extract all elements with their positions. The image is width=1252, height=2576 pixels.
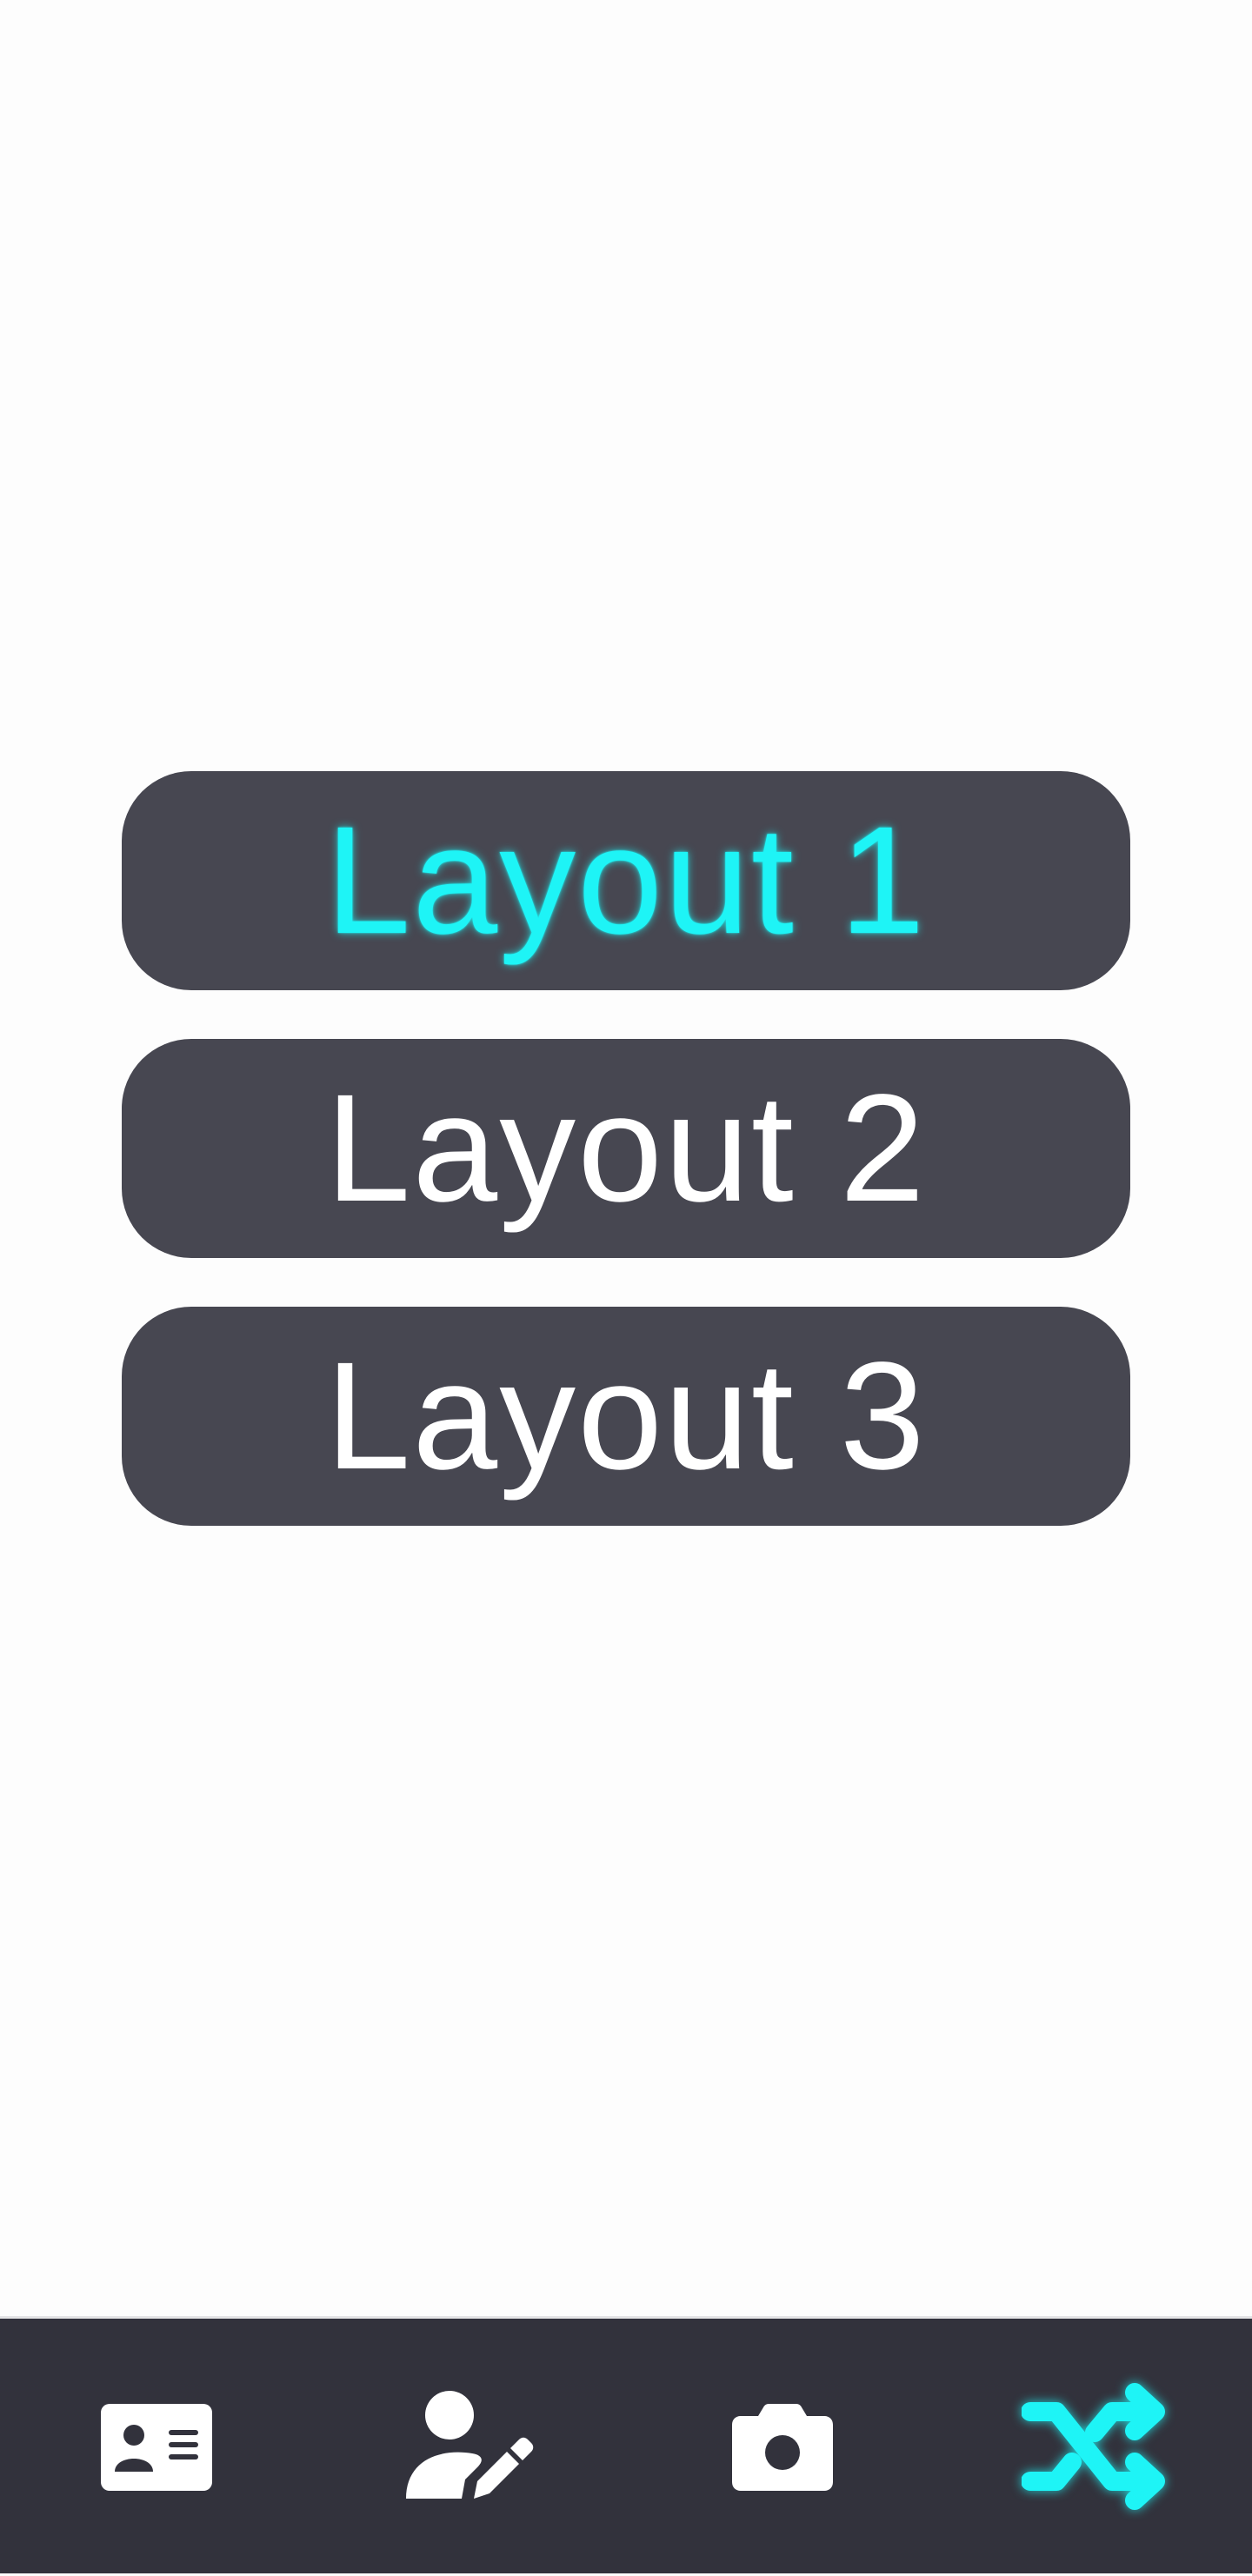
user-edit-icon [406,2391,534,2499]
contact-card-icon [101,2404,212,2491]
bottom-navigation-bar [0,2316,1252,2573]
layout-2-label: Layout 2 [325,1063,927,1234]
layout-1-button[interactable]: Layout 1 [122,771,1130,990]
layout-1-label: Layout 1 [325,795,927,966]
nav-camera-button[interactable] [626,2319,939,2576]
nav-shuffle-button[interactable] [939,2319,1252,2576]
nav-contact-card-button[interactable] [0,2319,313,2576]
camera-icon [732,2404,833,2491]
nav-user-edit-button[interactable] [313,2319,626,2576]
layout-3-button[interactable]: Layout 3 [122,1307,1130,1526]
shuffle-icon [1022,2383,1165,2510]
layout-2-button[interactable]: Layout 2 [122,1039,1130,1258]
layout-3-label: Layout 3 [325,1331,927,1501]
